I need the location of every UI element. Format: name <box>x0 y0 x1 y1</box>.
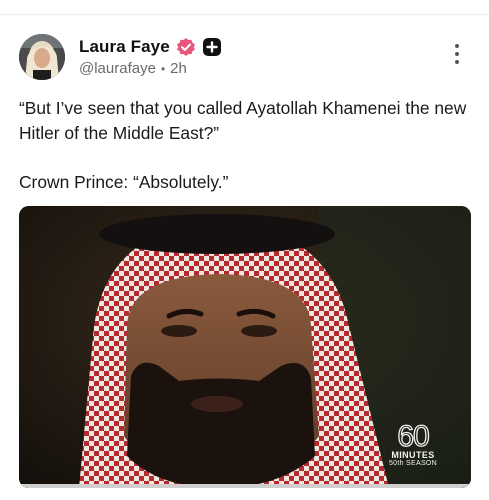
post-header: Laura Faye @laurafaye • 2h <box>79 36 222 77</box>
verified-badge-icon <box>176 37 196 57</box>
handle-row: @laurafaye • 2h <box>79 60 222 77</box>
author-name[interactable]: Laura Faye <box>79 37 170 57</box>
60-minutes-logo: 60 MINUTES 50th SEASON <box>388 420 438 467</box>
post-media[interactable]: 60 MINUTES 50th SEASON <box>19 206 471 488</box>
name-row: Laura Faye <box>79 36 222 58</box>
more-vertical-icon[interactable] <box>450 44 464 68</box>
post-card: Laura Faye @laurafaye • 2h “But I’ve see… <box>0 0 489 500</box>
post-text: “But I’ve seen that you called Ayatollah… <box>19 96 474 195</box>
post-text-quote: “But I’ve seen that you called Ayatollah… <box>19 98 467 143</box>
plus-badge-icon <box>202 37 222 57</box>
post-time: 2h <box>170 60 187 77</box>
media-bottom-bar <box>19 484 471 488</box>
separator-dot: • <box>160 61 166 76</box>
author-handle[interactable]: @laurafaye <box>79 60 156 77</box>
post-text-reply: Crown Prince: “Absolutely.” <box>19 172 229 192</box>
avatar-image <box>19 34 65 80</box>
avatar[interactable] <box>19 34 65 80</box>
